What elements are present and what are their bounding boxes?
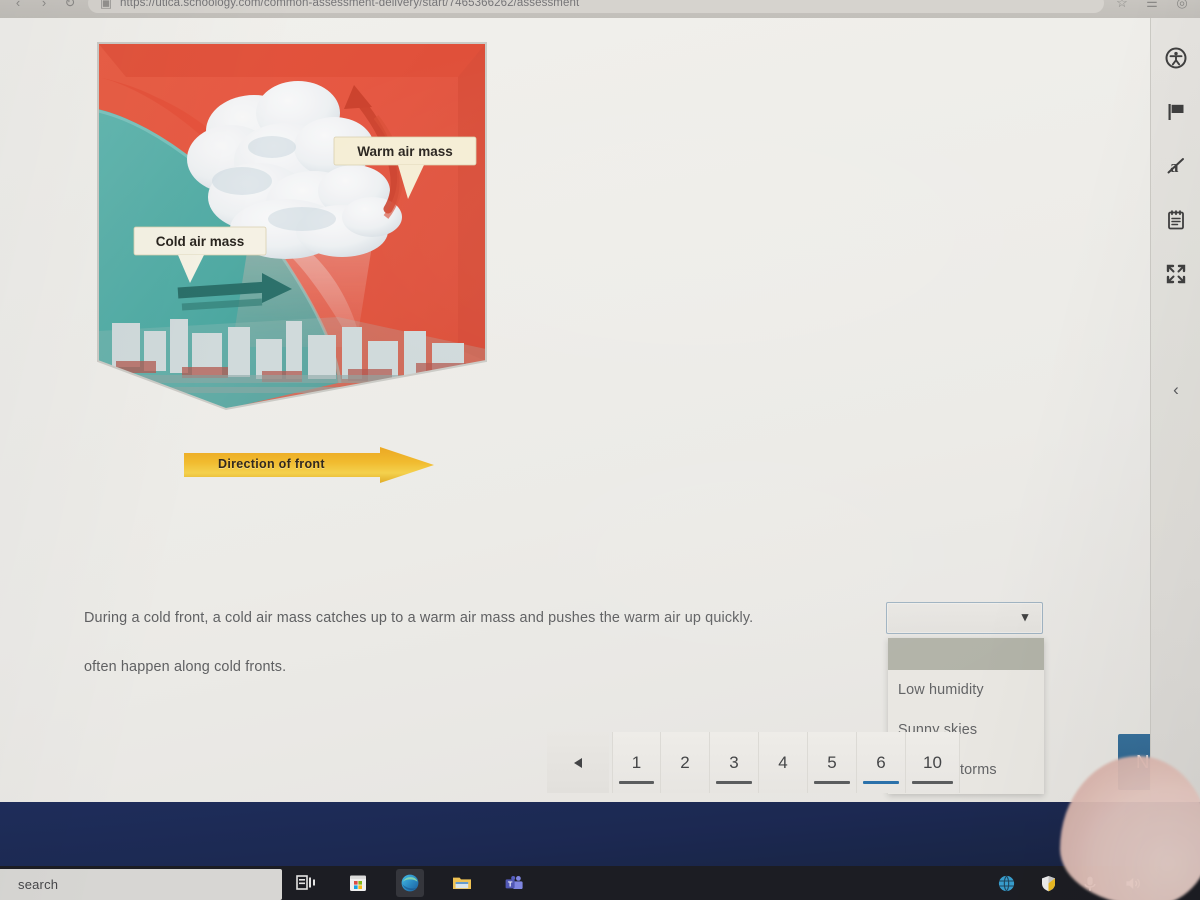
network-globe-icon[interactable]: [996, 873, 1016, 893]
answered-underline: [912, 781, 953, 784]
favorite-star-icon[interactable]: ☆: [1114, 0, 1130, 11]
warm-air-mass-text: Warm air mass: [357, 144, 453, 159]
pagination-page-6-current[interactable]: 6: [857, 732, 906, 793]
task-view-icon[interactable]: [292, 869, 320, 897]
refresh-icon[interactable]: ↻: [62, 0, 78, 11]
assessment-content: Warm air mass Cold air mass Direction of…: [0, 18, 1200, 802]
accessibility-icon[interactable]: [1162, 44, 1190, 72]
windows-taskbar: search T: [0, 866, 1200, 900]
cold-front-diagram: Warm air mass Cold air mass: [86, 31, 498, 419]
direction-of-front-arrow: Direction of front: [184, 441, 434, 485]
notepad-icon[interactable]: [1162, 206, 1190, 234]
answer-eliminator-icon[interactable]: a: [1162, 152, 1190, 180]
dropdown-option-blank[interactable]: [888, 638, 1044, 670]
answered-underline: [619, 781, 654, 784]
pagination-page-4[interactable]: 4: [759, 732, 808, 793]
edge-browser-icon[interactable]: [396, 869, 424, 897]
svg-text:T: T: [508, 879, 513, 888]
screen-photo: ‹ › ↻ ▣ https://utica.schoology.com/comm…: [0, 0, 1200, 900]
file-explorer-icon[interactable]: [448, 869, 476, 897]
assessment-tool-rail: a ‹: [1150, 18, 1200, 802]
pagination-page-5[interactable]: 5: [808, 732, 857, 793]
tracking-protection-icon[interactable]: ▣: [98, 0, 114, 11]
answer-select[interactable]: ▾: [886, 602, 1043, 634]
pagination-prev-button[interactable]: [547, 732, 609, 793]
cold-front-illustration: Warm air mass Cold air mass: [97, 42, 487, 411]
pagination-page-label: 5: [827, 752, 837, 772]
dropdown-option-low-humidity[interactable]: Low humidity: [888, 670, 1044, 710]
taskbar-app-icons: T: [292, 866, 528, 900]
fullscreen-icon[interactable]: [1162, 260, 1190, 288]
assessment-page: Warm air mass Cold air mass Direction of…: [0, 18, 1200, 802]
pagination-page-label: 4: [778, 752, 788, 772]
microsoft-teams-icon[interactable]: T: [500, 869, 528, 897]
browser-chrome: ‹ › ↻ ▣ https://utica.schoology.com/comm…: [0, 0, 1200, 18]
pagination-page-10[interactable]: 10: [906, 732, 960, 793]
pagination-page-label: 6: [876, 752, 886, 772]
cold-front-figure: Warm air mass Cold air mass Direction of…: [86, 31, 498, 486]
pagination-page-label: 3: [729, 752, 739, 772]
url-text: https://utica.schoology.com/common-asses…: [120, 0, 580, 9]
question-pagination[interactable]: 1 2 3 4 5 6 10: [547, 732, 960, 793]
pagination-page-label: 10: [923, 752, 942, 772]
forward-arrow-icon[interactable]: ›: [36, 0, 52, 11]
flag-icon[interactable]: [1162, 98, 1190, 126]
taskbar-search-placeholder: search: [18, 877, 59, 892]
pagination-page-2[interactable]: 2: [661, 732, 710, 793]
pagination-page-label: 1: [631, 752, 642, 772]
pagination-page-label: 2: [680, 752, 690, 772]
pagination-page-1[interactable]: 1: [612, 732, 661, 793]
question-text-line1: During a cold front, a cold air mass cat…: [84, 610, 754, 626]
microsoft-store-icon[interactable]: [344, 869, 372, 897]
windows-security-shield-icon[interactable]: [1038, 873, 1058, 893]
current-page-underline: [863, 781, 899, 784]
pagination-page-3[interactable]: 3: [710, 732, 759, 793]
direction-of-front-label: Direction of front: [218, 457, 325, 471]
taskbar-search-box[interactable]: search: [0, 869, 282, 900]
rail-collapse-button[interactable]: ‹: [1168, 380, 1184, 400]
triangle-left-icon: [574, 757, 582, 768]
back-arrow-icon[interactable]: ‹: [10, 0, 26, 11]
question-text-line2: often happen along cold fronts.: [84, 659, 287, 675]
answered-underline: [716, 781, 752, 784]
profile-icon[interactable]: ◎: [1174, 0, 1190, 11]
answered-underline: [814, 781, 850, 784]
address-bar[interactable]: ▣ https://utica.schoology.com/common-ass…: [88, 0, 1104, 13]
collections-icon[interactable]: ☰: [1144, 0, 1160, 11]
chevron-down-icon[interactable]: ▾: [1018, 610, 1032, 624]
cold-air-mass-text: Cold air mass: [156, 234, 245, 249]
